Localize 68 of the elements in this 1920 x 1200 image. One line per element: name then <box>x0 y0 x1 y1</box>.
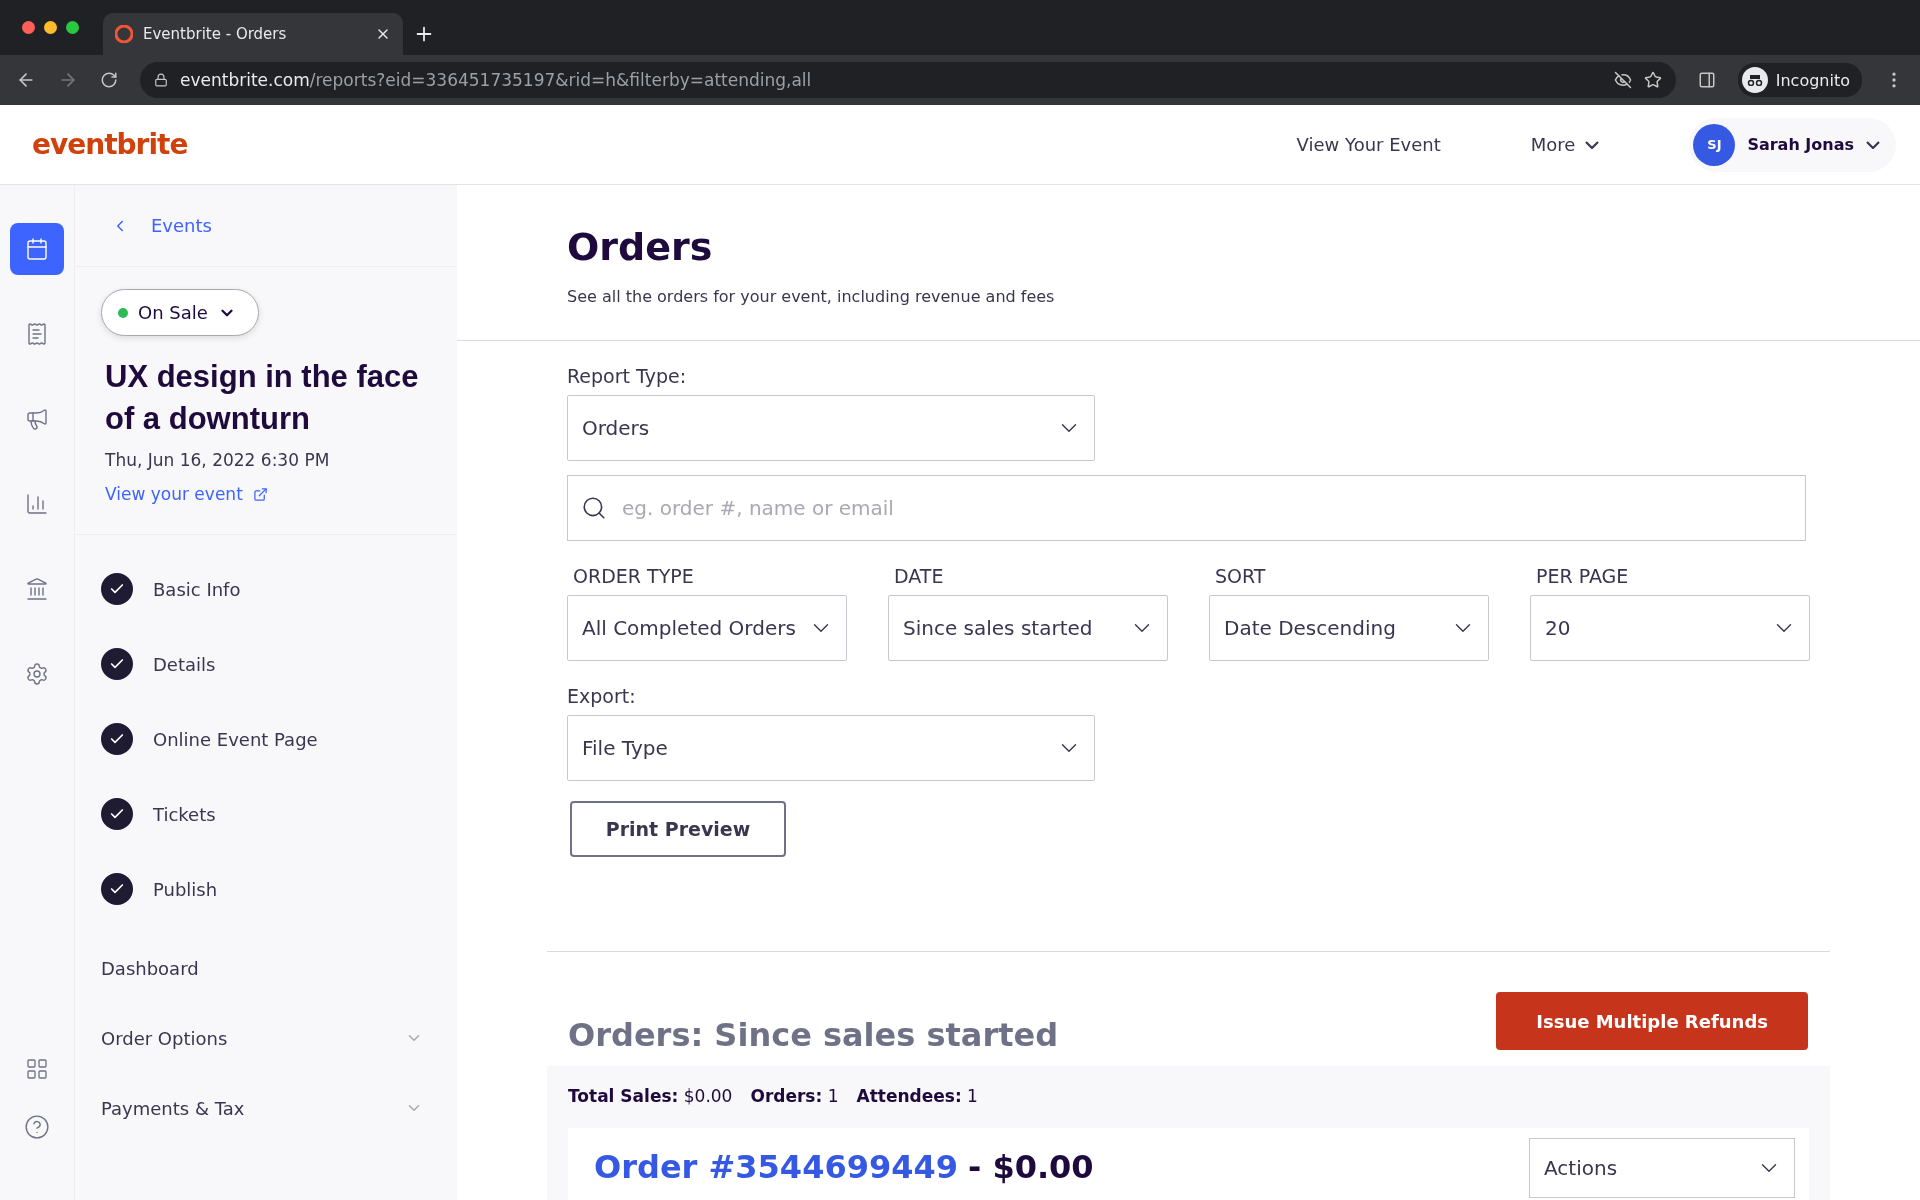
filter-label: ORDER TYPE <box>573 565 695 587</box>
results-heading: Orders: Since sales started <box>568 1016 1059 1054</box>
field-label: Export: <box>567 685 637 707</box>
search-field[interactable]: eg. order #, name or email <box>567 475 1806 541</box>
external-link-icon <box>252 486 268 502</box>
profile-button[interactable]: Incognito <box>1737 63 1862 97</box>
bar-chart-icon <box>25 492 49 516</box>
event-date: Thu, Jun 16, 2022 6:30 PM <box>105 450 331 470</box>
filter-label: DATE <box>894 565 945 587</box>
export-select[interactable]: File Type <box>567 715 1095 781</box>
issue-refunds-button[interactable]: Issue Multiple Refunds <box>1496 992 1808 1050</box>
step-link[interactable]: Publish <box>101 873 431 905</box>
view-event-link[interactable]: View your event <box>105 484 268 504</box>
actions-select[interactable]: Actions <box>1529 1138 1795 1198</box>
site-icon <box>115 25 133 43</box>
order-amount: - $0.00 <box>968 1148 1094 1186</box>
receipt-icon <box>25 322 49 346</box>
rail-button[interactable] <box>10 223 64 275</box>
bookmark-star-icon[interactable] <box>1643 71 1662 89</box>
bank-icon <box>25 577 49 601</box>
step-link[interactable]: Details <box>101 648 431 680</box>
chevron-down-icon <box>1866 140 1880 149</box>
filter-select[interactable]: Date Descending <box>1209 595 1489 661</box>
summary-stat: Orders: 1 <box>750 1086 839 1106</box>
help-icon[interactable] <box>24 1114 50 1140</box>
side-panel-icon[interactable] <box>1697 71 1716 89</box>
order-link[interactable]: Order #3544699449 <box>594 1148 958 1186</box>
filter-select[interactable]: All Completed Orders <box>567 595 847 661</box>
megaphone-icon <box>25 407 49 431</box>
address-bar[interactable]: eventbrite.com/reports?eid=336451735197&rid=h&filterby=attending,all <box>140 62 1676 98</box>
filter-select[interactable]: 20 <box>1530 595 1810 661</box>
page-title: Orders <box>567 225 714 269</box>
maximize-window-button[interactable] <box>66 21 79 34</box>
apps-grid-icon[interactable] <box>25 1057 49 1081</box>
calendar-icon <box>25 237 49 261</box>
chevron-down-icon <box>1585 140 1600 149</box>
status-dropdown[interactable]: On Sale <box>101 289 259 336</box>
search-icon <box>581 495 607 521</box>
step-link[interactable]: Tickets <box>101 798 431 830</box>
summary-stat: Total Sales: $0.00 <box>568 1086 733 1106</box>
page-subtitle: See all the orders for your event, including revenue and fees <box>567 287 1056 306</box>
incognito-icon <box>1741 67 1768 93</box>
filter-select[interactable]: Since sales started <box>888 595 1168 661</box>
print-preview-button[interactable]: Print Preview <box>570 801 786 857</box>
nav-link[interactable]: More <box>1530 134 1600 155</box>
url-text: eventbrite.com/reports?eid=336451735197&rid=h&filterby=attending,all <box>180 70 812 90</box>
reload-icon[interactable] <box>100 71 118 89</box>
browser-tab[interactable]: Eventbrite - Orders <box>103 13 403 55</box>
field-label: Report Type: <box>567 365 688 387</box>
nav-link[interactable]: View Your Event <box>1296 134 1441 155</box>
report-type-select[interactable]: Orders <box>567 395 1095 461</box>
sidebar-section[interactable]: Payments & Tax <box>75 1073 457 1143</box>
settings-icon <box>25 662 49 686</box>
lock-icon <box>154 73 168 87</box>
close-window-button[interactable] <box>22 21 35 34</box>
avatar: SJ <box>1693 123 1736 166</box>
logo[interactable]: eventbrite <box>32 128 1297 161</box>
event-title: UX design in the face of a downturn <box>105 358 420 438</box>
sidebar-section[interactable]: Order Options <box>75 1003 457 1073</box>
filter-label: SORT <box>1215 565 1267 587</box>
summary-stat: Attendees: 1 <box>856 1086 978 1106</box>
step-link[interactable]: Basic Info <box>101 573 431 605</box>
step-link[interactable]: Online Event Page <box>101 723 431 755</box>
user-menu[interactable]: SJ Sarah Jonas <box>1689 117 1896 172</box>
sidebar-section[interactable]: Dashboard <box>75 933 457 1003</box>
minimize-window-button[interactable] <box>44 21 57 34</box>
eye-off-icon[interactable] <box>1613 71 1632 89</box>
filter-label: PER PAGE <box>1536 565 1630 587</box>
